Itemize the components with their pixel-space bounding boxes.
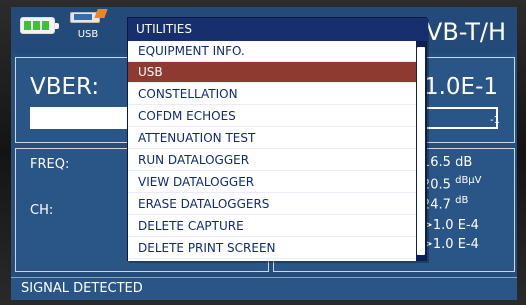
vber-label: VBER: xyxy=(30,74,100,100)
measurement-number: >1.0 E-4 xyxy=(422,237,479,252)
battery-cell xyxy=(33,21,40,30)
menu-item-usb[interactable]: USB xyxy=(128,62,418,83)
display-screen: USB VB-T/H VBER: 1.0E-1 -7 -6 -1 FREQ: C… xyxy=(11,7,517,300)
menu-item-delete-capture[interactable]: DELETE CAPTURE xyxy=(128,216,418,237)
menu-item-cofdm-echoes[interactable]: COFDM ECHOES xyxy=(128,106,418,127)
measurement-unit: dBµV xyxy=(455,175,482,186)
status-text: SIGNAL DETECTED xyxy=(21,281,143,296)
measurement-value-5: >1.0 E-4 xyxy=(422,237,479,252)
measurement-unit: dB xyxy=(455,155,473,170)
usb-plug-tab xyxy=(94,9,108,18)
menu-item-run-datalogger[interactable]: RUN DATALOGGER xyxy=(128,150,418,171)
measurement-value-3: 24.7 dB xyxy=(422,195,468,212)
channel-label: CH: xyxy=(30,203,54,218)
standard-label: VB-T/H xyxy=(425,18,507,46)
status-bar: SIGNAL DETECTED xyxy=(11,277,517,300)
battery-tip xyxy=(55,23,59,29)
battery-cell xyxy=(24,21,31,30)
device-bezel: USB VB-T/H VBER: 1.0E-1 -7 -6 -1 FREQ: C… xyxy=(0,0,526,305)
measurement-value-1: 16.5 dB xyxy=(422,155,472,170)
menu-item-erase-dataloggers[interactable]: ERASE DATALOGGERS xyxy=(128,194,418,215)
menu-item-equipment-info[interactable]: EQUIPMENT INFO. xyxy=(128,41,418,62)
menu-item-constellation[interactable]: CONSTELLATION xyxy=(128,84,418,105)
measurement-value-2: 20.5 dBµV xyxy=(422,175,482,192)
usb-icon: USB xyxy=(70,9,110,45)
utilities-menu[interactable]: UTILITIES EQUIPMENT INFO. USB CONSTELLAT… xyxy=(127,17,428,261)
menu-scroll-thumb[interactable] xyxy=(417,47,425,255)
menu-list: EQUIPMENT INFO. USB CONSTELLATION COFDM … xyxy=(128,41,418,261)
scale-tick-left: -7 xyxy=(36,115,46,126)
usb-plug-inner xyxy=(74,14,92,20)
usb-label: USB xyxy=(77,29,99,40)
scale-tick-right: -1 xyxy=(490,115,500,126)
battery-icon xyxy=(20,17,59,34)
menu-item-delete-print-screen[interactable]: DELETE PRINT SCREEN xyxy=(128,238,418,259)
measurement-value-4: >1.0 E-4 xyxy=(422,218,479,233)
vber-bar-end xyxy=(418,107,498,129)
menu-title: UTILITIES xyxy=(128,18,428,41)
measurement-unit: dB xyxy=(455,195,469,206)
freq-label: FREQ: xyxy=(30,157,70,172)
menu-item-attenuation-test[interactable]: ATTENUATION TEST xyxy=(128,128,418,149)
vber-value: 1.0E-1 xyxy=(423,74,498,100)
menu-item-view-datalogger[interactable]: VIEW DATALOGGER xyxy=(128,172,418,193)
menu-scrollbar[interactable] xyxy=(416,41,426,261)
battery-cell xyxy=(42,21,49,30)
measurement-number: >1.0 E-4 xyxy=(422,218,479,233)
